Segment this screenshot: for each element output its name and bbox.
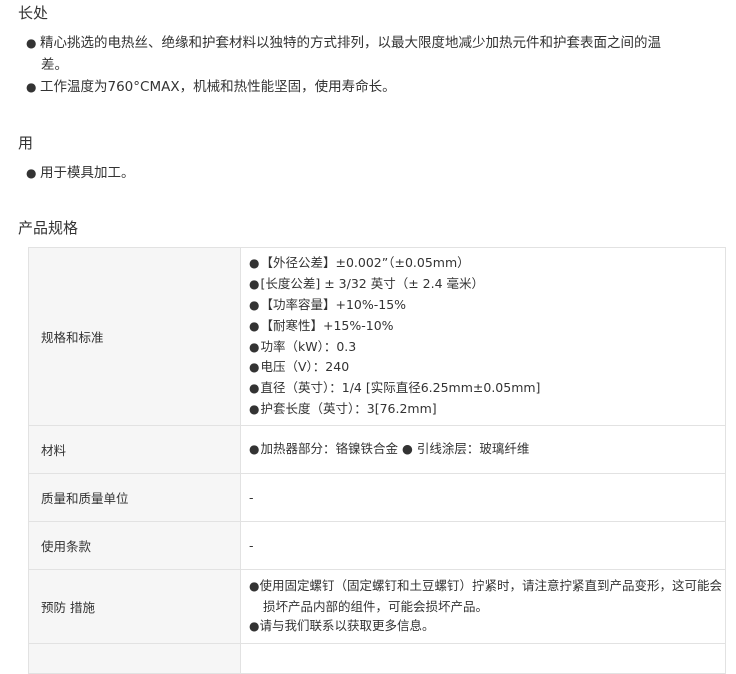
bullet-icon: ●: [249, 442, 260, 457]
spec-line: ●直径（英寸）：1/4 [实际直径6.25mm±0.05mm]: [249, 378, 724, 399]
spec-line: ●功率（kW）：0.3: [249, 337, 724, 358]
spec-line-text: 加热器部分：铬镍铁合金 ● 引线涂层：玻璃纤维: [260, 441, 530, 457]
precaution-line-cont: 损坏产品内部的组件，可能会损坏产品。: [263, 598, 489, 614]
table-row: [28, 643, 726, 674]
spec-key-empty: [28, 643, 241, 674]
spec-table: 规格和标准 ●【外径公差】±0.002”（±0.05mm） ●[长度公差] ± …: [28, 247, 726, 674]
spec-line-text: 【耐寒性】+15%-10%: [260, 317, 394, 333]
spec-key-terms: 使用条款: [28, 521, 241, 570]
spec-line-text: 电压（V）：240: [260, 359, 350, 375]
spec-key-precautions: 预防 措施: [28, 569, 241, 644]
spec-line: ●【耐寒性】+15%-10%: [249, 316, 724, 337]
spec-value-quality: -: [240, 473, 726, 522]
spec-value-empty: [240, 643, 726, 674]
spec-line-text: 【外径公差】±0.002”（±0.05mm）: [260, 255, 470, 271]
spec-key-standards: 规格和标准: [28, 247, 241, 426]
precaution-line: ●请与我们联系以获取更多信息。: [249, 616, 724, 637]
spec-key-material: 材料: [28, 425, 241, 474]
spec-value-terms: -: [240, 521, 726, 570]
advantage-item-1: ● 精心挑选的电热丝、绝缘和护套材料以独特的方式排列，以最大限度地减少加热元件和护…: [26, 32, 661, 54]
bullet-icon: ●: [26, 36, 37, 50]
advantage-item-1-cont: 差。: [41, 57, 68, 73]
table-row: 质量和质量单位 -: [28, 473, 726, 522]
table-row: 规格和标准 ●【外径公差】±0.002”（±0.05mm） ●[长度公差] ± …: [28, 247, 726, 426]
bullet-icon: ●: [249, 318, 260, 333]
advantages-heading: 长处: [18, 4, 49, 22]
spec-line-text: [长度公差] ± 3/32 英寸（± 2.4 毫米）: [260, 276, 485, 292]
spec-value-standards: ●【外径公差】±0.002”（±0.05mm） ●[长度公差] ± 3/32 英…: [240, 247, 726, 426]
advantage-text-2: 工作温度为760°CMAX，机械和热性能坚固，使用寿命长。: [40, 79, 396, 95]
table-row: 预防 措施 ●使用固定螺钉（固定螺钉和土豆螺钉）拧紧时，请注意拧紧直到产品变形，…: [28, 569, 726, 644]
bullet-icon: ●: [249, 381, 260, 396]
bullet-icon: ●: [249, 277, 260, 292]
spec-value-material: ●加热器部分：铬镍铁合金 ● 引线涂层：玻璃纤维: [240, 425, 726, 474]
use-text-1: 用于模具加工。: [40, 165, 135, 181]
spec-line-text: 直径（英寸）：1/4 [实际直径6.25mm±0.05mm]: [260, 380, 541, 396]
table-row: 使用条款 -: [28, 521, 726, 570]
spec-line: ●【外径公差】±0.002”（±0.05mm）: [249, 253, 724, 274]
bullet-icon: ●: [249, 256, 260, 271]
spec-line: ●护套长度（英寸）：3[76.2mm]: [249, 399, 724, 420]
bullet-icon: ●: [26, 80, 37, 94]
spec-value-precautions: ●使用固定螺钉（固定螺钉和土豆螺钉）拧紧时，请注意拧紧直到产品变形，这可能会 损…: [240, 569, 726, 644]
spec-line: ●[长度公差] ± 3/32 英寸（± 2.4 毫米）: [249, 274, 724, 295]
precaution-line: ●使用固定螺钉（固定螺钉和土豆螺钉）拧紧时，请注意拧紧直到产品变形，这可能会: [249, 576, 724, 597]
use-item-1: ● 用于模具加工。: [26, 162, 135, 184]
precaution-text: 使用固定螺钉（固定螺钉和土豆螺钉）拧紧时，请注意拧紧直到产品变形，这可能会: [259, 577, 722, 593]
bullet-icon: ●: [249, 297, 260, 312]
spec-key-quality: 质量和质量单位: [28, 473, 241, 522]
bullet-icon: ●: [26, 166, 37, 180]
precaution-text: 请与我们联系以获取更多信息。: [259, 618, 435, 634]
bullet-icon: ●: [249, 619, 260, 634]
table-row: 材料 ●加热器部分：铬镍铁合金 ● 引线涂层：玻璃纤维: [28, 425, 726, 474]
spec-line: ●加热器部分：铬镍铁合金 ● 引线涂层：玻璃纤维: [249, 439, 724, 460]
spec-line: ●电压（V）：240: [249, 357, 724, 378]
bullet-icon: ●: [249, 401, 260, 416]
spec-line-text: 护套长度（英寸）：3[76.2mm]: [260, 400, 437, 416]
bullet-icon: ●: [249, 360, 260, 375]
advantage-item-2: ● 工作温度为760°CMAX，机械和热性能坚固，使用寿命长。: [26, 76, 396, 98]
spec-line-text: 功率（kW）：0.3: [260, 338, 357, 354]
advantage-text-1: 精心挑选的电热丝、绝缘和护套材料以独特的方式排列，以最大限度地减少加热元件和护套…: [40, 35, 661, 51]
bullet-icon: ●: [249, 578, 260, 593]
spec-line: ●【功率容量】+10%-15%: [249, 295, 724, 316]
bullet-icon: ●: [249, 339, 260, 354]
use-heading: 用: [18, 134, 34, 152]
spec-heading: 产品规格: [18, 219, 79, 237]
spec-line-text: 【功率容量】+10%-15%: [260, 296, 407, 312]
